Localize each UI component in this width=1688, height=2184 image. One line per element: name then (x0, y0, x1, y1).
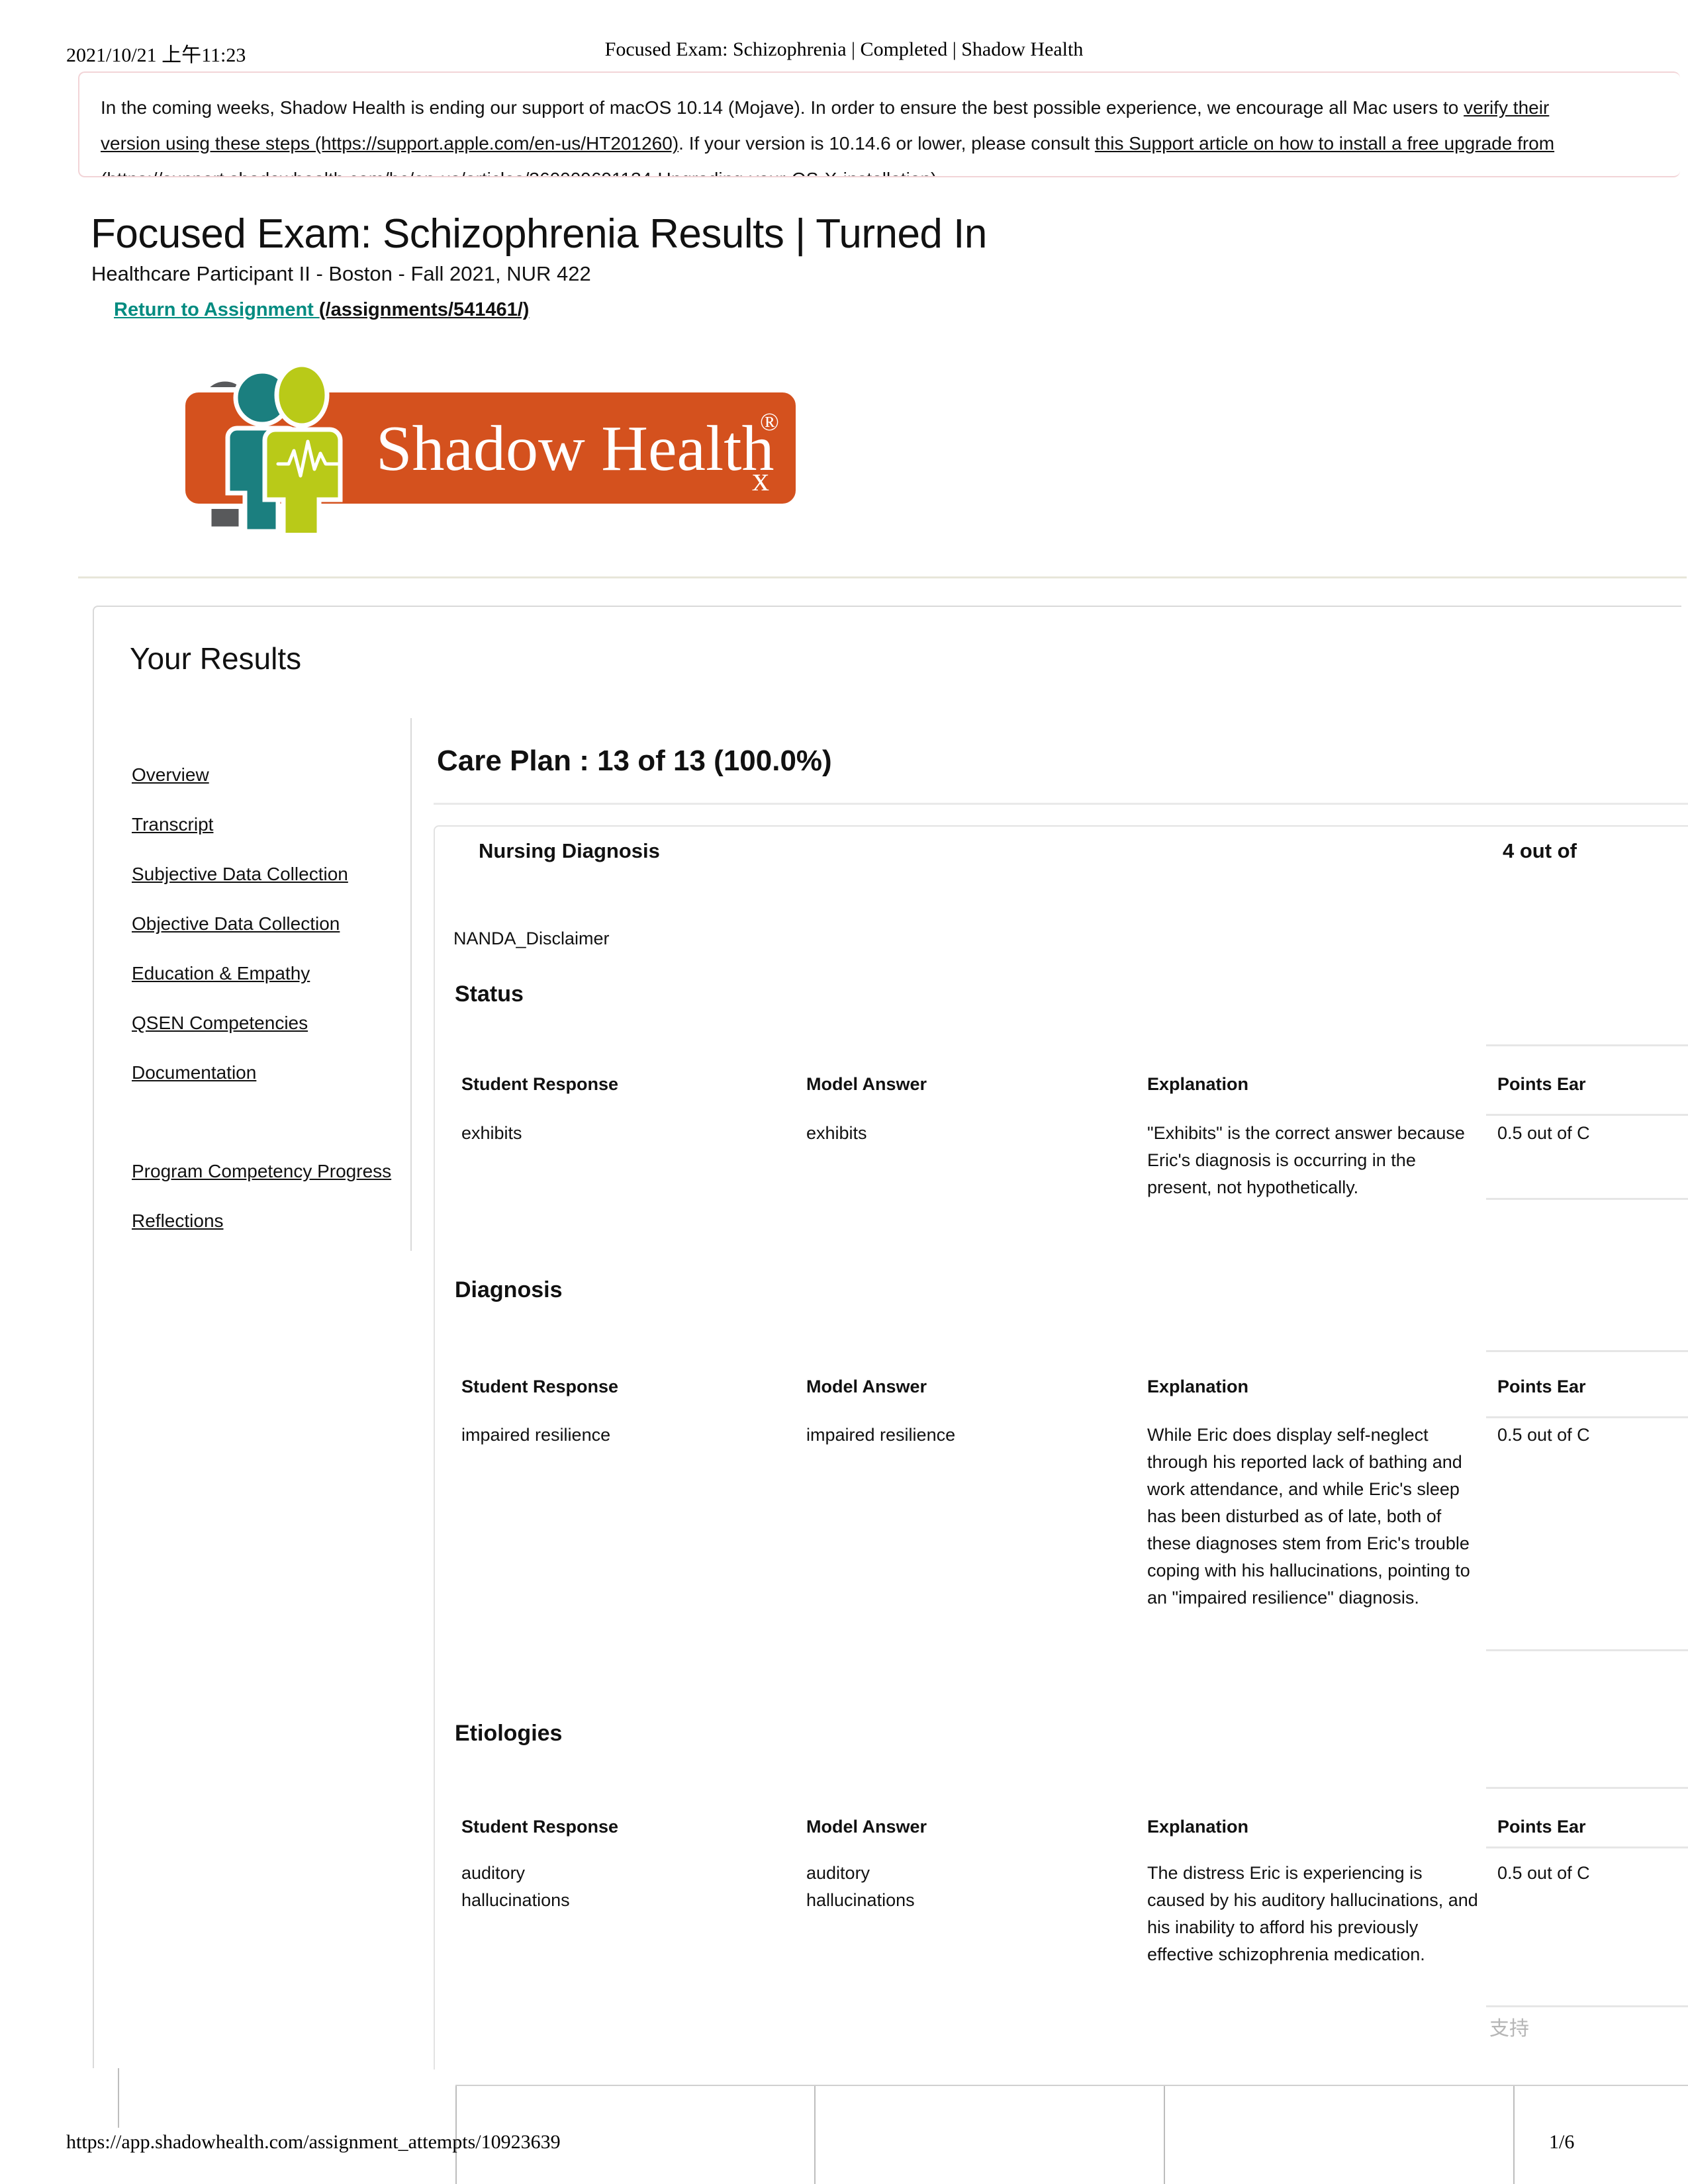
status-col-model-answer: Model Answer (806, 1074, 927, 1094)
status-cell-explanation: "Exhibits" is the correct answer because… (1147, 1123, 1465, 1197)
course-subtitle: Healthcare Participant II - Boston - Fal… (91, 262, 591, 285)
diagnosis-cell-explanation: While Eric does display self-neglect thr… (1147, 1425, 1470, 1608)
status-col-student-response: Student Response (461, 1074, 619, 1094)
logo-registered-mark: ® (760, 408, 779, 436)
etiologies-cell-explanation: The distress Eric is experiencing is cau… (1147, 1863, 1478, 1964)
header-divider (78, 576, 1687, 578)
diagnosis-col-student-response: Student Response (461, 1377, 619, 1396)
sidebar-item-education-empathy[interactable]: Education & Empathy (132, 948, 410, 998)
section-heading-diagnosis: Diagnosis (455, 1277, 563, 1302)
status-col-points-earned: Points Ear (1497, 1074, 1586, 1094)
status-header-rule-top (1486, 1044, 1688, 1046)
sidebar-item-reflections[interactable]: Reflections (132, 1196, 410, 1246)
page-title: Focused Exam: Schizophrenia Results | Tu… (91, 211, 987, 257)
notice-link-apple-steps[interactable]: version using these steps (https://suppo… (101, 133, 679, 154)
support-widget-label[interactable]: 支持 (1489, 2012, 1529, 2041)
diagnosis-row-rule (1486, 1649, 1688, 1651)
sidebar-item-objective-data-collection[interactable]: Objective Data Collection (132, 899, 410, 948)
return-to-assignment-path: (/assignments/541461/) (318, 299, 530, 320)
results-sidebar-nav: Overview Transcript Subjective Data Coll… (132, 750, 410, 1246)
sidebar-nav-gap (132, 1097, 410, 1146)
sidebar-item-subjective-data-collection[interactable]: Subjective Data Collection (132, 849, 410, 899)
nursing-diagnosis-title: Nursing Diagnosis (479, 839, 660, 862)
diagnosis-cell-points: 0.5 out of C (1497, 1425, 1590, 1445)
footer-page-number: 1/6 (1549, 2131, 1575, 2153)
diagnosis-col-explanation: Explanation (1147, 1377, 1249, 1396)
footer-vline-1 (118, 2068, 119, 2128)
shadow-health-logo: Shadow Health ® x (144, 361, 813, 533)
diagnosis-col-points-earned: Points Ear (1497, 1377, 1586, 1396)
diagnosis-header-rule-bottom (1486, 1416, 1688, 1418)
macos-support-notice: In the coming weeks, Shadow Health is en… (78, 71, 1680, 177)
careplan-heading: Care Plan : 13 of 13 (100.0%) (437, 745, 832, 777)
careplan-rule (434, 803, 1688, 805)
notice-line3-period: . (937, 169, 942, 176)
return-to-assignment-row: Return to Assignment (/assignments/54146… (114, 299, 529, 321)
etiologies-cell-model-answer: auditory hallucinations (806, 1863, 915, 1910)
diagnosis-header-rule-top (1486, 1350, 1688, 1352)
etiologies-row-rule (1486, 2005, 1688, 2007)
etiologies-cell-student-response: auditory hallucinations (461, 1863, 570, 1910)
status-col-explanation: Explanation (1147, 1074, 1249, 1094)
sidebar-item-program-competency-progress[interactable]: Program Competency Progress (132, 1146, 410, 1196)
footer-vline-3 (814, 2085, 816, 2184)
etiologies-cell-points: 0.5 out of C (1497, 1863, 1590, 1883)
status-cell-points: 0.5 out of C (1497, 1123, 1590, 1143)
etiologies-header-rule-top (1486, 1787, 1688, 1789)
notice-line-2: version using these steps (https://suppo… (101, 126, 1659, 161)
etiologies-col-model-answer: Model Answer (806, 1817, 927, 1837)
notice-line-1: In the coming weeks, Shadow Health is en… (101, 90, 1659, 126)
sidebar-item-documentation[interactable]: Documentation (132, 1048, 410, 1097)
etiologies-header-rule-bottom (1486, 1846, 1688, 1848)
notice-link-support-article[interactable]: this Support article on how to install a… (1095, 133, 1554, 154)
status-cell-student-response: exhibits (461, 1123, 522, 1143)
sidebar-divider (410, 718, 412, 1251)
notice-text-plain: In the coming weeks, Shadow Health is en… (101, 97, 1464, 118)
notice-link-verify[interactable]: verify their (1464, 97, 1549, 118)
diagnosis-cell-student-response: impaired resilience (461, 1425, 611, 1445)
status-header-rule-bottom (1486, 1114, 1688, 1116)
diagnosis-col-model-answer: Model Answer (806, 1377, 927, 1396)
sidebar-item-overview[interactable]: Overview (132, 750, 410, 799)
page-body: In the coming weeks, Shadow Health is en… (0, 0, 1688, 2184)
etiologies-col-points-earned: Points Ear (1497, 1817, 1586, 1837)
sidebar-item-qsen-competencies[interactable]: QSEN Competencies (132, 998, 410, 1048)
etiologies-col-explanation: Explanation (1147, 1817, 1249, 1837)
status-row-rule (1486, 1198, 1688, 1200)
results-panel-title: Your Results (130, 641, 302, 676)
notice-link-upgrade-url[interactable]: (https://support.shadowhealth.com/hc/en-… (101, 169, 937, 176)
status-cell-model-answer: exhibits (806, 1123, 867, 1143)
logo-wordmark: Shadow Health (376, 413, 774, 484)
footer-vline-5 (1513, 2085, 1515, 2184)
footer-vline-4 (1164, 2085, 1165, 2184)
notice-text-mid: . If your version is 10.14.6 or lower, p… (679, 133, 1095, 154)
section-heading-status: Status (455, 981, 524, 1007)
etiologies-col-student-response: Student Response (461, 1817, 619, 1837)
notice-line-3: (https://support.shadowhealth.com/hc/en-… (101, 161, 1659, 176)
nanda-disclaimer: NANDA_Disclaimer (453, 929, 610, 948)
section-heading-etiologies: Etiologies (455, 1721, 563, 1746)
sidebar-item-transcript[interactable]: Transcript (132, 799, 410, 849)
logo-subscript-x: x (752, 461, 769, 498)
diagnosis-cell-model-answer: impaired resilience (806, 1425, 956, 1445)
footer-hline (455, 2085, 1688, 2086)
return-to-assignment-link[interactable]: Return to Assignment (114, 299, 319, 320)
nursing-diagnosis-score: 4 out of (1503, 839, 1577, 862)
footer-url: https://app.shadowhealth.com/assignment_… (66, 2131, 561, 2153)
